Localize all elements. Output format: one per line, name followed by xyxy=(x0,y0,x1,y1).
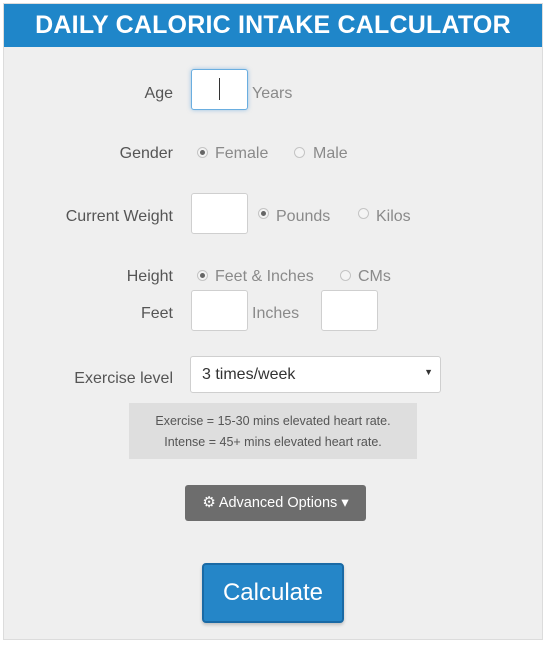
gender-label: Gender xyxy=(119,145,173,162)
height-label: Height xyxy=(126,268,173,285)
inches-label: Inches xyxy=(252,305,300,322)
calculate-button[interactable]: Calculate xyxy=(202,563,344,623)
inches-input[interactable] xyxy=(321,290,378,331)
exercise-definition: Exercise = 15-30 mins elevated heart rat… xyxy=(155,414,391,428)
exercise-level-value: 3 times/week xyxy=(202,366,296,383)
exercise-level-select[interactable]: 3 times/week ▼ xyxy=(190,356,441,393)
advanced-options-label: Advanced Options ▾ xyxy=(218,495,349,511)
exercise-level-label: Exercise level xyxy=(74,370,173,387)
age-label: Age xyxy=(144,85,173,102)
height-cms-label[interactable]: CMs xyxy=(358,268,391,286)
text-caret xyxy=(219,78,220,100)
advanced-options-button[interactable]: ⚙ Advanced Options ▾ xyxy=(185,485,366,521)
feet-input[interactable] xyxy=(191,290,248,331)
page-title: DAILY CALORIC INTAKE CALCULATOR xyxy=(4,4,542,47)
height-cms-radio[interactable] xyxy=(340,270,351,281)
gender-female-radio[interactable] xyxy=(197,147,208,158)
weight-kilos-label[interactable]: Kilos xyxy=(376,208,411,226)
age-unit-label: Years xyxy=(252,85,293,102)
gender-male-label[interactable]: Male xyxy=(313,145,348,163)
age-input[interactable] xyxy=(191,69,248,110)
weight-kilos-radio[interactable] xyxy=(358,208,369,219)
weight-pounds-radio[interactable] xyxy=(258,208,269,219)
feet-label: Feet xyxy=(140,305,173,322)
current-weight-label: Current Weight xyxy=(65,208,173,225)
exercise-info-note: Exercise = 15-30 mins elevated heart rat… xyxy=(129,403,417,459)
gear-icon: ⚙ xyxy=(202,494,216,511)
gender-male-radio[interactable] xyxy=(294,147,305,158)
height-feet-inches-label[interactable]: Feet & Inches xyxy=(215,268,314,286)
gender-female-label[interactable]: Female xyxy=(215,145,268,163)
weight-input[interactable] xyxy=(191,193,248,234)
calculator-card: DAILY CALORIC INTAKE CALCULATOR Age Year… xyxy=(3,3,543,640)
intense-definition: Intense = 45+ mins elevated heart rate. xyxy=(164,435,382,449)
height-feet-inches-radio[interactable] xyxy=(197,270,208,281)
chevron-down-icon: ▼ xyxy=(424,367,433,377)
weight-pounds-label[interactable]: Pounds xyxy=(276,208,330,226)
